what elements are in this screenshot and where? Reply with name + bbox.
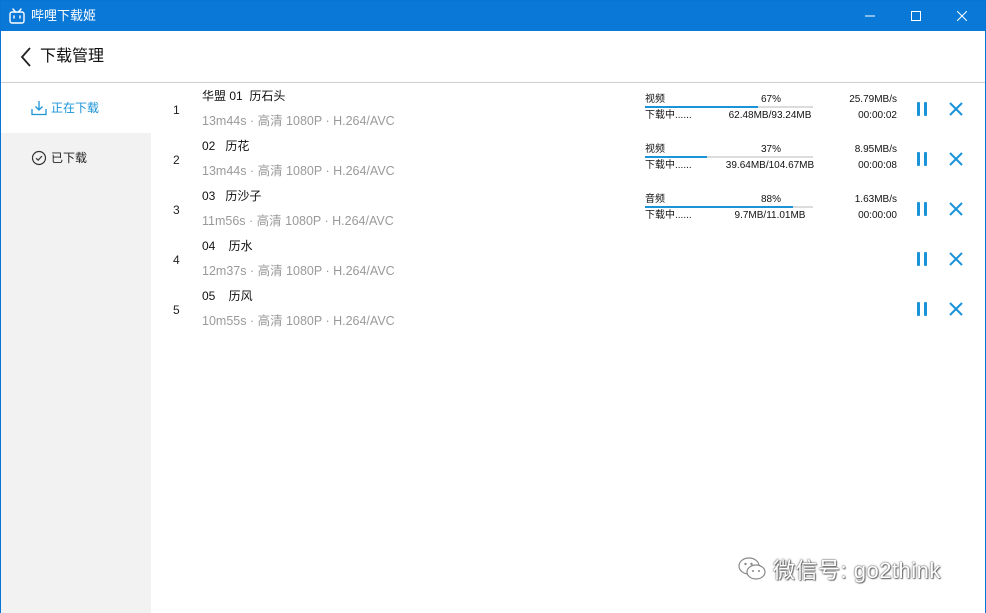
- sidebar-item-downloaded[interactable]: 已下载: [1, 133, 151, 183]
- pause-icon: [917, 202, 927, 216]
- stream-type: 音频: [645, 194, 665, 205]
- item-meta: 10m55s · 高清 1080P · H.264/AVC: [202, 314, 395, 328]
- sidebar-item-downloading[interactable]: 正在下载: [1, 83, 151, 133]
- watermark-text: 微信号: go2think: [773, 558, 941, 583]
- pause-button[interactable]: [913, 200, 931, 218]
- pause-button[interactable]: [913, 250, 931, 268]
- progress-bar: [645, 106, 813, 108]
- title-bar[interactable]: 哔哩下载姬: [1, 1, 985, 31]
- download-size: 9.7MB/11.01MB: [734, 210, 806, 221]
- check-circle-icon: [31, 150, 47, 166]
- close-icon: [957, 11, 967, 21]
- item-index: 5: [173, 303, 180, 317]
- maximize-button[interactable]: [893, 1, 939, 31]
- download-list: 1 华盟 01 历石头 13m44s · 高清 1080P · H.264/AV…: [151, 83, 985, 613]
- page-header: 下载管理: [1, 31, 985, 83]
- item-meta: 13m44s · 高清 1080P · H.264/AVC: [202, 164, 395, 178]
- back-button[interactable]: [15, 45, 37, 69]
- app-window: 哔哩下载姬 下载管理 正在下载 已下载 1 华盟 01 历石头 13m44s ·…: [0, 0, 986, 613]
- sidebar-item-label: 正在下载: [51, 101, 100, 115]
- remove-button[interactable]: [947, 250, 965, 268]
- download-speed: 8.95MB/s: [854, 144, 897, 155]
- item-title: 03 历沙子: [202, 189, 262, 203]
- maximize-icon: [911, 11, 921, 21]
- chevron-left-icon: [20, 47, 31, 67]
- remaining-time: 00:00:08: [858, 160, 897, 171]
- download-item: 4 04 历水 12m37s · 高清 1080P · H.264/AVC: [151, 233, 985, 283]
- close-icon: [949, 252, 963, 266]
- stream-type: 视频: [645, 144, 665, 155]
- remaining-time: 00:00:02: [858, 110, 897, 121]
- item-title: 华盟 01 历石头: [202, 89, 286, 103]
- remove-button[interactable]: [947, 150, 965, 168]
- download-speed: 1.63MB/s: [854, 194, 897, 205]
- progress-percent: 67%: [760, 94, 781, 105]
- sidebar-item-label: 已下载: [51, 151, 88, 165]
- pause-icon: [917, 302, 927, 316]
- item-index: 4: [173, 253, 180, 267]
- item-index: 3: [173, 203, 180, 217]
- remove-button[interactable]: [947, 200, 965, 218]
- close-window-button[interactable]: [939, 1, 985, 31]
- progress-bar: [645, 206, 813, 208]
- remove-button[interactable]: [947, 300, 965, 318]
- item-index: 2: [173, 153, 180, 167]
- watermark: 微信号: go2think: [737, 554, 941, 584]
- download-icon: [31, 100, 47, 116]
- progress-fill: [645, 206, 793, 208]
- item-meta: 12m37s · 高清 1080P · H.264/AVC: [202, 264, 395, 278]
- progress-fill: [645, 156, 708, 158]
- download-progress: 音频 88% 1.63MB/s 下载中...... 9.7MB/11.01MB …: [645, 194, 897, 224]
- close-icon: [949, 152, 963, 166]
- item-title: 05 历风: [202, 289, 253, 303]
- pause-button[interactable]: [913, 100, 931, 118]
- item-index: 1: [173, 103, 180, 117]
- pause-icon: [917, 102, 927, 116]
- pause-icon: [917, 152, 927, 166]
- download-item: 2 02 历花 13m44s · 高清 1080P · H.264/AVC 视频…: [151, 133, 985, 183]
- progress-percent: 88%: [760, 194, 781, 205]
- page-title: 下载管理: [40, 48, 105, 65]
- progress-percent: 37%: [760, 144, 781, 155]
- stream-type: 视频: [645, 94, 665, 105]
- pause-icon: [917, 252, 927, 266]
- item-meta: 11m56s · 高清 1080P · H.264/AVC: [202, 214, 394, 228]
- progress-bar: [645, 156, 813, 158]
- item-title: 02 历花: [202, 139, 250, 153]
- sidebar: 正在下载 已下载: [1, 83, 151, 613]
- download-item: 5 05 历风 10m55s · 高清 1080P · H.264/AVC: [151, 283, 985, 333]
- download-speed: 25.79MB/s: [849, 94, 897, 105]
- tv-icon: [9, 8, 25, 24]
- download-state: 下载中......: [645, 210, 692, 221]
- window-title: 哔哩下载姬: [31, 8, 97, 23]
- download-size: 62.48MB/93.24MB: [728, 110, 812, 121]
- pause-button[interactable]: [913, 300, 931, 318]
- progress-fill: [645, 106, 758, 108]
- minimize-icon: [865, 15, 875, 17]
- download-progress: 视频 67% 25.79MB/s 下载中...... 62.48MB/93.24…: [645, 94, 897, 124]
- wechat-icon: [738, 557, 766, 580]
- minimize-button[interactable]: [847, 1, 893, 31]
- download-progress: 视频 37% 8.95MB/s 下载中...... 39.64MB/104.67…: [645, 144, 897, 174]
- pause-button[interactable]: [913, 150, 931, 168]
- download-item: 1 华盟 01 历石头 13m44s · 高清 1080P · H.264/AV…: [151, 83, 985, 133]
- download-size: 39.64MB/104.67MB: [725, 160, 815, 171]
- download-state: 下载中......: [645, 160, 692, 171]
- remaining-time: 00:00:00: [858, 210, 897, 221]
- download-state: 下载中......: [645, 110, 692, 121]
- item-meta: 13m44s · 高清 1080P · H.264/AVC: [202, 114, 395, 128]
- close-icon: [949, 102, 963, 116]
- close-icon: [949, 302, 963, 316]
- close-icon: [949, 202, 963, 216]
- remove-button[interactable]: [947, 100, 965, 118]
- item-title: 04 历水: [202, 239, 253, 253]
- download-item: 3 03 历沙子 11m56s · 高清 1080P · H.264/AVC 音…: [151, 183, 985, 233]
